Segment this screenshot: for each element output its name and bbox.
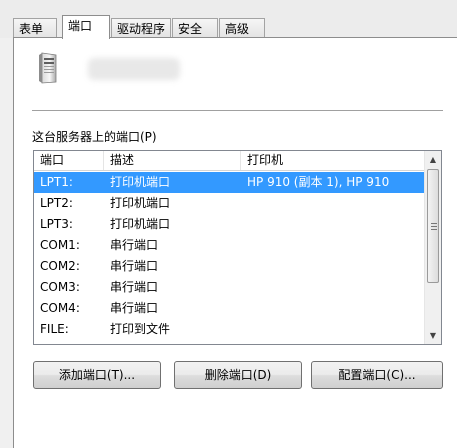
- port-row[interactable]: COM4: 串行端口: [34, 298, 425, 319]
- port-name-cell: LPT3:: [40, 217, 73, 231]
- port-description-cell: 打印到文件: [110, 322, 171, 336]
- port-name-cell: COM4:: [40, 301, 80, 315]
- ports-list-header: 端口 描述 打印机: [34, 151, 425, 171]
- server-ports-label: 这台服务器上的端口(P): [32, 130, 157, 144]
- port-description-cell: 打印机端口: [110, 217, 171, 231]
- port-row[interactable]: LPT3: 打印机端口: [34, 214, 425, 235]
- vertical-scrollbar[interactable]: ▲ ▼: [424, 151, 441, 344]
- tab-driver[interactable]: 驱动程序: [111, 18, 171, 38]
- port-name-cell: COM2:: [40, 259, 80, 273]
- tab-ports-label: 端口: [68, 19, 93, 33]
- port-row[interactable]: COM3: 串行端口: [34, 277, 425, 298]
- add-port-button[interactable]: 添加端口(T)...: [33, 361, 161, 389]
- tab-form-label: 表单: [19, 22, 44, 36]
- port-row[interactable]: LPT2: 打印机端口: [34, 193, 425, 214]
- port-name-cell: COM3:: [40, 280, 80, 294]
- port-description-cell: 打印机端口: [110, 196, 171, 210]
- tab-security[interactable]: 安全: [172, 18, 218, 38]
- tab-strip: 表单 端口 驱动程序 安全 高级: [0, 0, 457, 39]
- scroll-up-arrow-icon[interactable]: ▲: [425, 151, 441, 168]
- port-printer-cell: HP 910 (副本 1), HP 910: [247, 175, 390, 189]
- port-name-cell: LPT2:: [40, 196, 73, 210]
- ports-list[interactable]: 端口 描述 打印机 LPT1: 打印机端口 HP 910 (副本 1), HP 91…: [33, 150, 442, 345]
- scrollbar-grip-icon: [431, 223, 437, 230]
- port-row[interactable]: COM2: 串行端口: [34, 256, 425, 277]
- separator: [32, 110, 443, 111]
- ports-list-rows: LPT1: 打印机端口 HP 910 (副本 1), HP 910 LPT2: 打印机端…: [34, 172, 425, 340]
- tab-security-label: 安全: [178, 22, 203, 36]
- column-header-printer[interactable]: 打印机: [241, 151, 425, 170]
- scrollbar-thumb[interactable]: [427, 169, 439, 283]
- tab-advanced[interactable]: 高级: [219, 18, 265, 38]
- column-header-description[interactable]: 描述: [104, 151, 241, 170]
- port-description-cell: 串行端口: [110, 280, 159, 294]
- port-description-cell: 打印机端口: [110, 175, 171, 189]
- tab-ports[interactable]: 端口: [62, 15, 110, 39]
- configure-port-button[interactable]: 配置端口(C)...: [311, 361, 443, 389]
- port-name-cell: LPT1:: [40, 175, 73, 189]
- scroll-down-arrow-icon[interactable]: ▼: [425, 327, 441, 344]
- printer-name-redacted: [88, 58, 180, 80]
- port-row[interactable]: LPT1: 打印机端口 HP 910 (副本 1), HP 910: [34, 172, 425, 193]
- delete-port-button[interactable]: 删除端口(D): [174, 361, 302, 389]
- tab-form[interactable]: 表单: [13, 18, 57, 38]
- tab-advanced-label: 高级: [225, 22, 250, 36]
- port-row[interactable]: COM1: 串行端口: [34, 235, 425, 256]
- column-header-port[interactable]: 端口: [34, 151, 104, 170]
- port-description-cell: 串行端口: [110, 301, 159, 315]
- tab-driver-label: 驱动程序: [117, 22, 166, 36]
- ports-tab-panel: 这台服务器上的端口(P) 端口 描述 打印机 LPT1: 打印机端口 HP 910 …: [13, 37, 457, 448]
- port-name-cell: FILE:: [40, 322, 69, 336]
- port-name-cell: COM1:: [40, 238, 80, 252]
- server-tower-icon: [39, 52, 57, 84]
- port-description-cell: 串行端口: [110, 238, 159, 252]
- port-row[interactable]: FILE: 打印到文件: [34, 319, 425, 340]
- port-description-cell: 串行端口: [110, 259, 159, 273]
